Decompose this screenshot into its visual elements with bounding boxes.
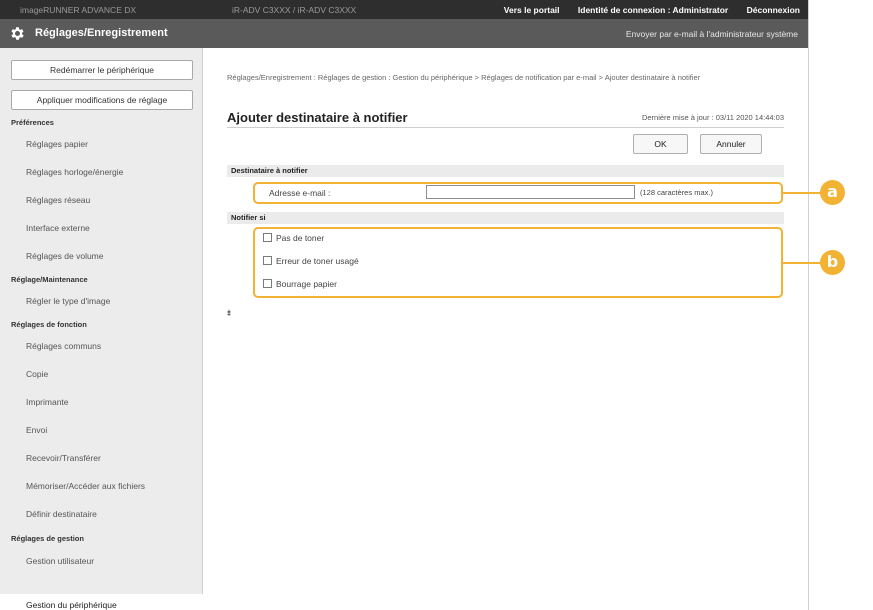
ok-button[interactable]: OK [633,134,688,154]
section-function-settings: Réglages de fonction [11,320,87,329]
logout-link[interactable]: Déconnexion [747,5,800,15]
callout-frame-b [253,227,783,298]
callout-a-badge: a [820,180,845,205]
sidebar-item-store-access[interactable]: Mémoriser/Accéder aux fichiers [26,481,145,491]
sidebar-item-send[interactable]: Envoi [26,425,47,435]
section-maintenance: Réglage/Maintenance [11,275,88,284]
title-bar: Réglages/Enregistrement Envoyer par e-ma… [0,19,808,48]
callout-b-badge: b [820,250,845,275]
sidebar-item-clock-energy[interactable]: Réglages horloge/énergie [26,167,123,177]
sidebar-item-external-interface[interactable]: Interface externe [26,223,90,233]
top-links: Vers le portail Identité de connexion : … [488,5,800,15]
sidebar-item-network[interactable]: Réglages réseau [26,195,90,205]
callout-frame-a [253,182,783,204]
group-destination: Destinataire à notifier [227,165,784,177]
section-preferences: Préférences [11,118,54,127]
page-title: Ajouter destinataire à notifier [227,110,408,125]
restart-device-button[interactable]: Redémarrer le périphérique [11,60,193,80]
sidebar-item-volume[interactable]: Réglages de volume [26,251,104,261]
cancel-button[interactable]: Annuler [700,134,762,154]
mail-admin-link[interactable]: Envoyer par e-mail à l'administrateur sy… [626,29,798,39]
login-identity: Identité de connexion : Administrator [577,5,729,15]
portal-link[interactable]: Vers le portail [504,5,560,15]
breadcrumb: Réglages/Enregistrement : Réglages de ge… [227,73,701,82]
sidebar-item-image-type[interactable]: Régler le type d'image [26,296,110,306]
group-notify-if: Notifier si [227,212,784,224]
sidebar-item-device-management[interactable]: Gestion du périphérique [26,600,117,610]
section-management: Réglages de gestion [11,534,84,543]
top-bar: imageRUNNER ADVANCE DX iR-ADV C3XXX / iR… [0,0,808,19]
sidebar-item-receive-forward[interactable]: Recevoir/Transférer [26,453,101,463]
sidebar-item-user-management[interactable]: Gestion utilisateur [26,556,94,566]
sidebar-item-copy[interactable]: Copie [26,369,48,379]
gear-icon [11,27,24,40]
page-right-border [808,0,809,610]
sidebar-item-printer[interactable]: Imprimante [26,397,69,407]
device-address: iR-ADV C3XXX / iR-ADV C3XXX [232,5,357,15]
device-name: imageRUNNER ADVANCE DX [20,5,137,15]
back-to-top-icon[interactable]: ⯒ [227,306,231,322]
last-update: Dernière mise à jour : 03/11 2020 14:44:… [641,113,784,122]
app-title: Réglages/Enregistrement [35,27,168,39]
sidebar-item-common[interactable]: Réglages communs [26,341,101,351]
callout-line-a [783,192,823,194]
title-divider [227,127,784,128]
sidebar: Redémarrer le périphérique Appliquer mod… [0,48,203,610]
callout-line-b [783,262,823,264]
apply-changes-button[interactable]: Appliquer modifications de réglage [11,90,193,110]
sidebar-item-destination[interactable]: Définir destinataire [26,509,97,519]
main-content: Réglages/Enregistrement : Réglages de ge… [203,48,808,610]
sidebar-item-paper[interactable]: Réglages papier [26,139,88,149]
